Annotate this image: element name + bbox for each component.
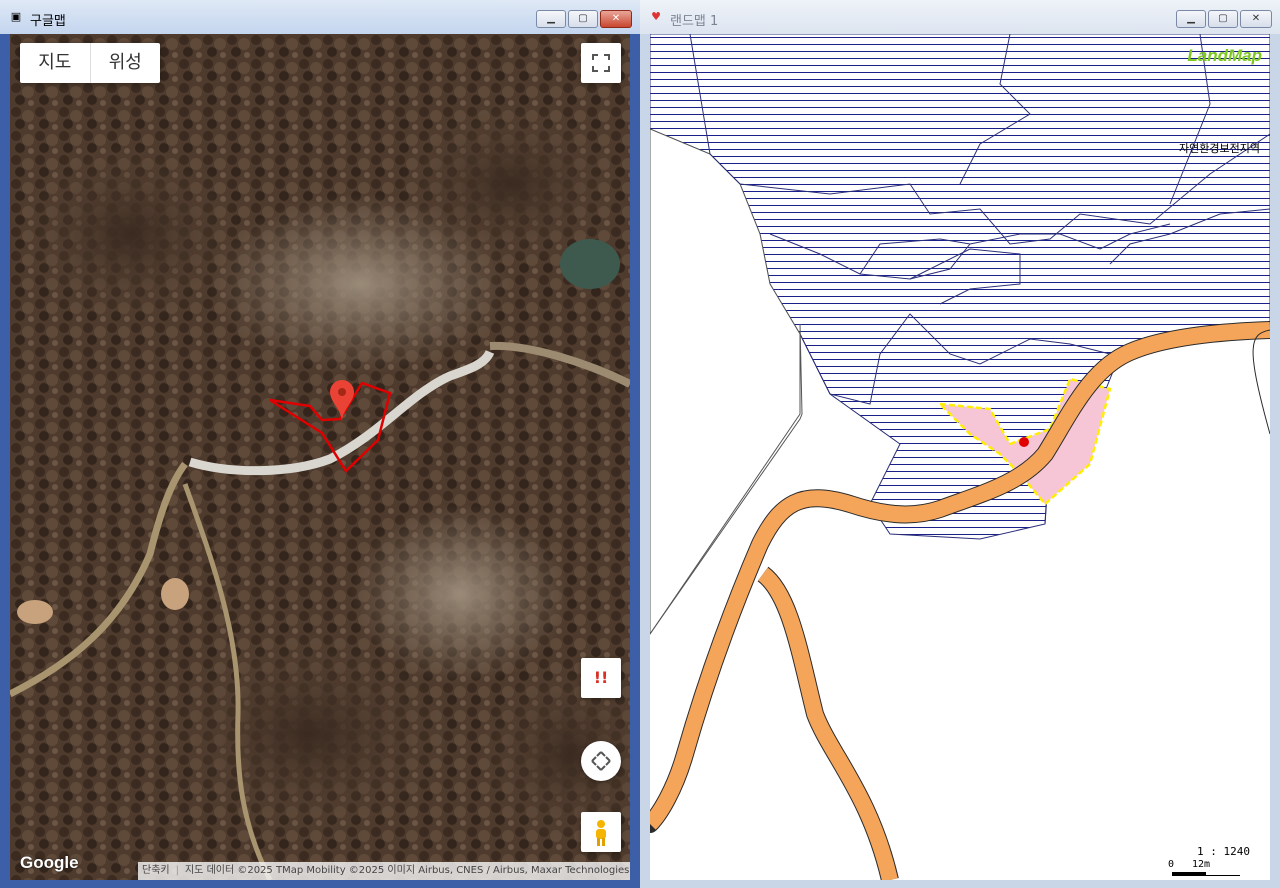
landmap-logo: LandMap [1187, 46, 1262, 65]
landmap-window: ♥ 랜드맵 1 ▁ ▢ ✕ LandMap 자연환경보전지역 1: 1240 … [640, 0, 1280, 888]
map-window-icon: ▣ [10, 10, 22, 23]
scale-bar: 0 12m [1168, 859, 1240, 877]
pegman-icon [596, 820, 606, 846]
landmap-window-icon: ♥ [651, 10, 661, 23]
navigation-button[interactable] [581, 741, 621, 781]
attrib-separator: | [175, 865, 179, 876]
right-titlebar[interactable]: ♥ 랜드맵 1 ▁ ▢ ✕ [640, 0, 1280, 34]
close-button[interactable]: ✕ [600, 10, 632, 28]
map-attribution: 단축키 | 지도 데이터 ©2025 TMap Mobility ©2025 이… [138, 862, 630, 880]
left-window-title: 구글맵 [30, 14, 66, 29]
map-type-map-button[interactable]: 지도 [20, 43, 90, 83]
move-arrows-icon [591, 751, 611, 771]
google-map-window: ▣ 구글맵 ▁ ▢ ✕ 지도 위성 !! Google 단축키 | 지도 데이터… [0, 0, 640, 888]
minimize-button[interactable]: ▁ [1176, 10, 1206, 28]
scale-zero: 0 [1168, 859, 1175, 870]
fullscreen-button[interactable] [581, 43, 621, 83]
close-button[interactable]: ✕ [1240, 10, 1272, 28]
google-logo: Google [20, 853, 79, 872]
fullscreen-icon [592, 54, 610, 72]
maximize-button[interactable]: ▢ [1208, 10, 1238, 28]
scale-ratio: 1 : 1240 [1197, 845, 1250, 858]
minimize-button[interactable]: ▁ [536, 10, 566, 28]
warning-button[interactable]: !! [581, 658, 621, 698]
satellite-imagery [10, 34, 630, 880]
satellite-map[interactable]: 지도 위성 !! Google 단축키 | 지도 데이터 ©2025 TMap … [10, 34, 630, 880]
map-data-text: 지도 데이터 ©2025 TMap Mobility ©2025 이미지 Air… [184, 865, 630, 876]
land-use-map [650, 34, 1270, 880]
parcel-point-marker [1019, 437, 1029, 447]
map-type-satellite-button[interactable]: 위성 [91, 43, 161, 83]
zone-label: 자연환경보전지역 [1179, 142, 1260, 155]
landmap-canvas[interactable]: LandMap 자연환경보전지역 1 : 1240 0 12m [650, 34, 1270, 880]
keyboard-shortcuts-link[interactable]: 단축키 [142, 862, 170, 880]
map-type-toggle: 지도 위성 [20, 43, 160, 83]
left-titlebar[interactable]: ▣ 구글맵 ▁ ▢ ✕ [0, 0, 640, 34]
maximize-button[interactable]: ▢ [568, 10, 598, 28]
right-window-title: 랜드맵 1 [670, 14, 719, 29]
scale-distance: 12m [1192, 859, 1211, 870]
scale-bar-line [1172, 872, 1240, 876]
street-view-button[interactable] [581, 812, 621, 852]
